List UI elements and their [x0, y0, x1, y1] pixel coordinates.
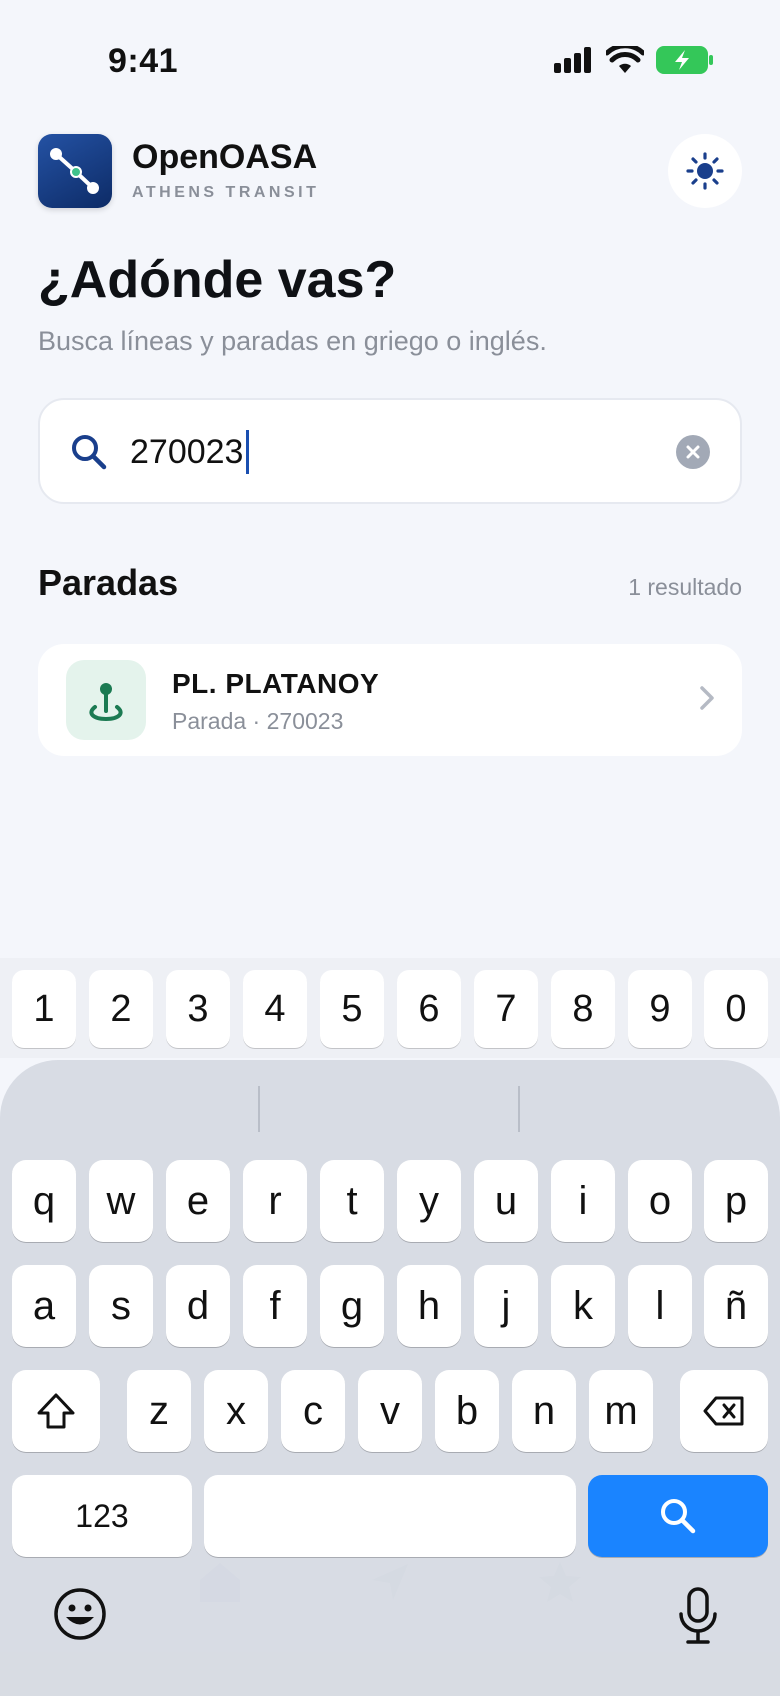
- key[interactable]: b: [435, 1370, 499, 1452]
- key[interactable]: x: [204, 1370, 268, 1452]
- screen: 9:41 OpenOASA ATHENS TRANSIT ¿Adónde vas…: [0, 0, 780, 1696]
- shift-key[interactable]: [12, 1370, 100, 1452]
- sun-icon: [686, 152, 724, 190]
- key[interactable]: t: [320, 1160, 384, 1242]
- key[interactable]: z: [127, 1370, 191, 1452]
- keyboard: q w e r t y u i o p a s d f g h j k l ñ …: [0, 1060, 780, 1696]
- key[interactable]: h: [397, 1265, 461, 1347]
- key[interactable]: i: [551, 1160, 615, 1242]
- key[interactable]: u: [474, 1160, 538, 1242]
- key[interactable]: m: [589, 1370, 653, 1452]
- clear-search-button[interactable]: [676, 435, 710, 469]
- app-name: OpenOASA: [132, 138, 318, 176]
- key[interactable]: 5: [320, 970, 384, 1048]
- numbers-key[interactable]: 123: [12, 1475, 192, 1557]
- delete-key[interactable]: [680, 1370, 768, 1452]
- keyboard-number-row: 1 2 3 4 5 6 7 8 9 0: [0, 958, 780, 1058]
- space-key[interactable]: [204, 1475, 576, 1557]
- search-icon: [661, 1499, 696, 1534]
- key[interactable]: s: [89, 1265, 153, 1347]
- cellular-signal-icon: [554, 47, 591, 73]
- key[interactable]: e: [166, 1160, 230, 1242]
- stop-pin-icon: [66, 660, 146, 740]
- key[interactable]: q: [12, 1160, 76, 1242]
- page-subtitle: Busca líneas y paradas en griego o inglé…: [38, 326, 547, 356]
- key[interactable]: k: [551, 1265, 615, 1347]
- key[interactable]: v: [358, 1370, 422, 1452]
- app-logo-icon: [38, 134, 112, 208]
- key[interactable]: 9: [628, 970, 692, 1048]
- key[interactable]: y: [397, 1160, 461, 1242]
- stop-meta: Parada · 270023: [172, 708, 344, 734]
- battery-charging-icon: [656, 46, 713, 74]
- key[interactable]: d: [166, 1265, 230, 1347]
- status-bar: 9:41: [0, 0, 780, 120]
- close-icon: [686, 445, 700, 459]
- chevron-right-icon: [700, 686, 714, 710]
- app-subtitle: ATHENS TRANSIT: [132, 184, 320, 201]
- key[interactable]: f: [243, 1265, 307, 1347]
- key[interactable]: 0: [704, 970, 768, 1048]
- key[interactable]: n: [512, 1370, 576, 1452]
- key[interactable]: p: [704, 1160, 768, 1242]
- list-item[interactable]: PL. PLATANOY Parada · 270023: [38, 644, 742, 756]
- search-input[interactable]: [130, 424, 630, 480]
- key[interactable]: 8: [551, 970, 615, 1048]
- status-time: 9:41: [108, 42, 179, 80]
- microphone-icon: [679, 1587, 717, 1644]
- results-count: 1 resultado: [628, 574, 742, 600]
- backspace-icon: [703, 1396, 744, 1426]
- search-box[interactable]: [38, 398, 742, 504]
- key[interactable]: c: [281, 1370, 345, 1452]
- key[interactable]: 1: [12, 970, 76, 1048]
- key[interactable]: l: [628, 1265, 692, 1347]
- key[interactable]: 4: [243, 970, 307, 1048]
- page-title: ¿Adónde vas?: [38, 251, 397, 309]
- status-icons: [554, 46, 714, 74]
- search-icon: [72, 435, 107, 470]
- suggestion-divider: [518, 1086, 520, 1132]
- key[interactable]: 2: [89, 970, 153, 1048]
- text-caret: [246, 430, 249, 474]
- key[interactable]: 7: [474, 970, 538, 1048]
- key[interactable]: r: [243, 1160, 307, 1242]
- suggestion-divider: [258, 1086, 260, 1132]
- results-section-title: Paradas: [38, 562, 179, 603]
- key[interactable]: 3: [166, 970, 230, 1048]
- key[interactable]: 6: [397, 970, 461, 1048]
- keyboard-search-key[interactable]: [588, 1475, 768, 1557]
- key[interactable]: a: [12, 1265, 76, 1347]
- emoji-button[interactable]: [52, 1586, 108, 1647]
- key[interactable]: j: [474, 1265, 538, 1347]
- dictation-button[interactable]: [676, 1586, 720, 1651]
- key[interactable]: g: [320, 1265, 384, 1347]
- stop-name: PL. PLATANOY: [172, 668, 380, 699]
- key[interactable]: ñ: [704, 1265, 768, 1347]
- shift-icon: [37, 1393, 75, 1429]
- wifi-icon: [606, 46, 644, 73]
- theme-toggle-button[interactable]: [668, 134, 742, 208]
- key[interactable]: w: [89, 1160, 153, 1242]
- emoji-icon: [54, 1588, 106, 1640]
- app-header: OpenOASA ATHENS TRANSIT: [38, 134, 742, 210]
- key[interactable]: o: [628, 1160, 692, 1242]
